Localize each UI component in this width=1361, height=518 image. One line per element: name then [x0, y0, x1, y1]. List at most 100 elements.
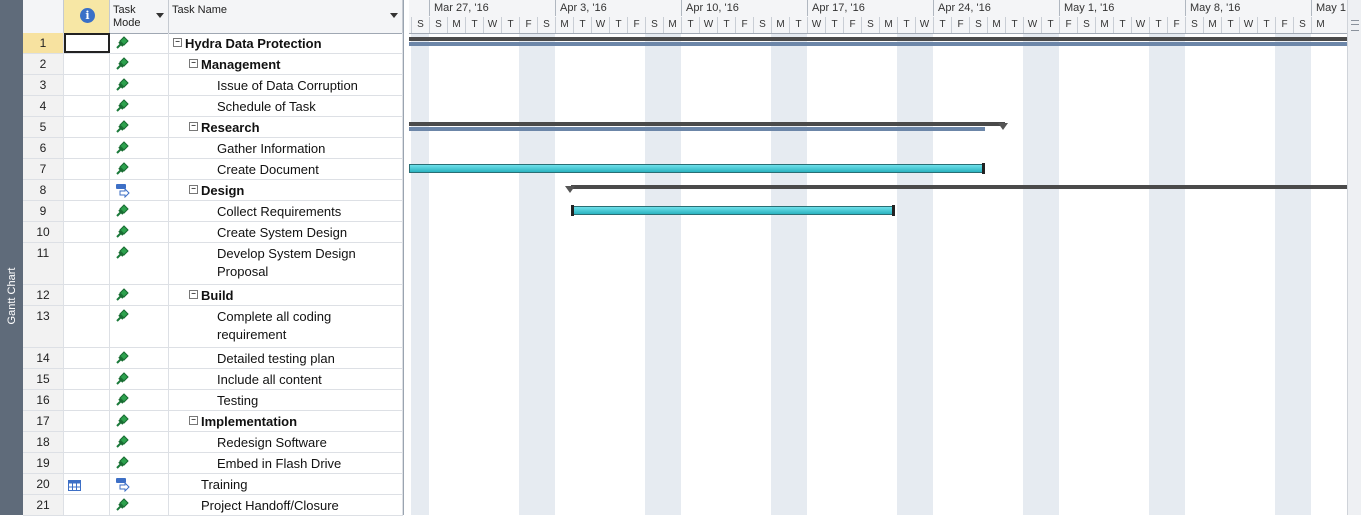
task-row[interactable]: 2 − Management: [23, 54, 403, 75]
task-name-cell[interactable]: Redesign Software: [169, 432, 403, 452]
project-summary-bar[interactable]: [409, 37, 1347, 41]
task-row[interactable]: 15 Include all content: [23, 369, 403, 390]
row-id[interactable]: 2: [23, 54, 64, 74]
row-id[interactable]: 5: [23, 117, 64, 137]
task-mode-cell[interactable]: [110, 159, 169, 179]
task-name-cell[interactable]: − Build: [169, 285, 403, 305]
row-id[interactable]: 16: [23, 390, 64, 410]
task-name-cell[interactable]: − Design: [169, 180, 403, 200]
indicator-cell[interactable]: [64, 411, 110, 431]
task-name-cell[interactable]: Training: [169, 474, 403, 494]
indicator-cell[interactable]: [64, 348, 110, 368]
task-mode-column-header[interactable]: Task Mode: [110, 0, 169, 33]
row-id[interactable]: 11: [23, 243, 64, 284]
task-bar-create-document[interactable]: [409, 164, 985, 173]
row-id[interactable]: 6: [23, 138, 64, 158]
summary-bar-design[interactable]: [571, 185, 1347, 189]
task-row[interactable]: 20 Training: [23, 474, 403, 495]
summary-progress-research[interactable]: [409, 127, 985, 131]
task-name-cell[interactable]: Issue of Data Corruption: [169, 75, 403, 95]
indicators-column-header[interactable]: i: [64, 0, 110, 33]
indicator-cell[interactable]: [64, 369, 110, 389]
select-all-corner[interactable]: [23, 0, 64, 33]
row-id[interactable]: 12: [23, 285, 64, 305]
task-name-cell[interactable]: Detailed testing plan: [169, 348, 403, 368]
task-row[interactable]: 16 Testing: [23, 390, 403, 411]
task-mode-cell[interactable]: [110, 33, 169, 53]
row-id[interactable]: 15: [23, 369, 64, 389]
task-row[interactable]: 10 Create System Design: [23, 222, 403, 243]
task-row[interactable]: 12 − Build: [23, 285, 403, 306]
gantt-chart-view-tab[interactable]: Gantt Chart: [0, 0, 23, 515]
task-row[interactable]: 21 Project Handoff/Closure: [23, 495, 403, 516]
row-id[interactable]: 20: [23, 474, 64, 494]
row-id[interactable]: 21: [23, 495, 64, 515]
indicator-cell[interactable]: [64, 243, 110, 284]
project-summary-bar-progress[interactable]: [409, 42, 1347, 46]
row-id[interactable]: 3: [23, 75, 64, 95]
task-row[interactable]: 6 Gather Information: [23, 138, 403, 159]
task-name-cell[interactable]: Collect Requirements: [169, 201, 403, 221]
vertical-scrollbar[interactable]: [1347, 0, 1361, 515]
task-name-cell[interactable]: − Hydra Data Protection: [169, 33, 403, 53]
task-name-cell[interactable]: − Implementation: [169, 411, 403, 431]
task-row[interactable]: 8 − Design: [23, 180, 403, 201]
task-mode-cell[interactable]: [110, 222, 169, 242]
task-row[interactable]: 1 − Hydra Data Protection: [23, 33, 403, 54]
indicator-cell[interactable]: [64, 117, 110, 137]
task-row[interactable]: 13 Complete all coding requirement: [23, 306, 403, 348]
task-row[interactable]: 17 − Implementation: [23, 411, 403, 432]
bar-end-cap[interactable]: [982, 163, 985, 174]
row-id[interactable]: 13: [23, 306, 64, 347]
collapse-icon[interactable]: −: [189, 122, 198, 131]
indicator-cell[interactable]: [64, 75, 110, 95]
task-mode-cell[interactable]: [110, 306, 169, 347]
collapse-icon[interactable]: −: [189, 416, 198, 425]
summary-start-marker[interactable]: [565, 186, 575, 193]
task-name-cell[interactable]: Testing: [169, 390, 403, 410]
row-id[interactable]: 1: [23, 33, 64, 53]
row-id[interactable]: 8: [23, 180, 64, 200]
task-mode-cell[interactable]: [110, 348, 169, 368]
task-row[interactable]: 9 Collect Requirements: [23, 201, 403, 222]
indicator-cell[interactable]: [64, 96, 110, 116]
row-id[interactable]: 9: [23, 201, 64, 221]
task-name-cell[interactable]: Gather Information: [169, 138, 403, 158]
task-name-cell[interactable]: Develop System Design Proposal: [169, 243, 403, 284]
indicator-cell[interactable]: [64, 495, 110, 515]
task-row[interactable]: 11 Develop System Design Proposal: [23, 243, 403, 285]
indicator-cell[interactable]: [64, 180, 110, 200]
task-mode-cell[interactable]: [110, 453, 169, 473]
row-id[interactable]: 14: [23, 348, 64, 368]
chevron-down-icon[interactable]: [390, 13, 398, 18]
collapse-icon[interactable]: −: [173, 38, 182, 47]
indicator-cell[interactable]: [64, 159, 110, 179]
task-mode-cell[interactable]: [110, 474, 169, 494]
task-name-cell[interactable]: Project Handoff/Closure: [169, 495, 403, 515]
task-mode-cell[interactable]: [110, 495, 169, 515]
indicator-cell[interactable]: [64, 474, 110, 494]
task-row[interactable]: 7 Create Document: [23, 159, 403, 180]
task-name-cell[interactable]: Create Document: [169, 159, 403, 179]
task-mode-cell[interactable]: [110, 117, 169, 137]
bar-end-cap[interactable]: [892, 205, 895, 216]
task-row[interactable]: 14 Detailed testing plan: [23, 348, 403, 369]
indicator-cell[interactable]: [64, 285, 110, 305]
task-name-cell[interactable]: − Research: [169, 117, 403, 137]
task-name-cell[interactable]: Complete all coding requirement: [169, 306, 403, 347]
task-mode-cell[interactable]: [110, 369, 169, 389]
task-name-cell[interactable]: Create System Design: [169, 222, 403, 242]
row-id[interactable]: 19: [23, 453, 64, 473]
task-bar-collect-requirements[interactable]: [572, 206, 895, 215]
indicator-cell[interactable]: [64, 33, 110, 53]
collapse-icon[interactable]: −: [189, 185, 198, 194]
row-id[interactable]: 4: [23, 96, 64, 116]
task-name-cell[interactable]: Embed in Flash Drive: [169, 453, 403, 473]
summary-bar-research[interactable]: [409, 122, 1005, 126]
indicator-cell[interactable]: [64, 222, 110, 242]
task-mode-cell[interactable]: [110, 54, 169, 74]
task-row[interactable]: 3 Issue of Data Corruption: [23, 75, 403, 96]
row-id[interactable]: 17: [23, 411, 64, 431]
task-name-cell[interactable]: Schedule of Task: [169, 96, 403, 116]
task-mode-cell[interactable]: [110, 432, 169, 452]
